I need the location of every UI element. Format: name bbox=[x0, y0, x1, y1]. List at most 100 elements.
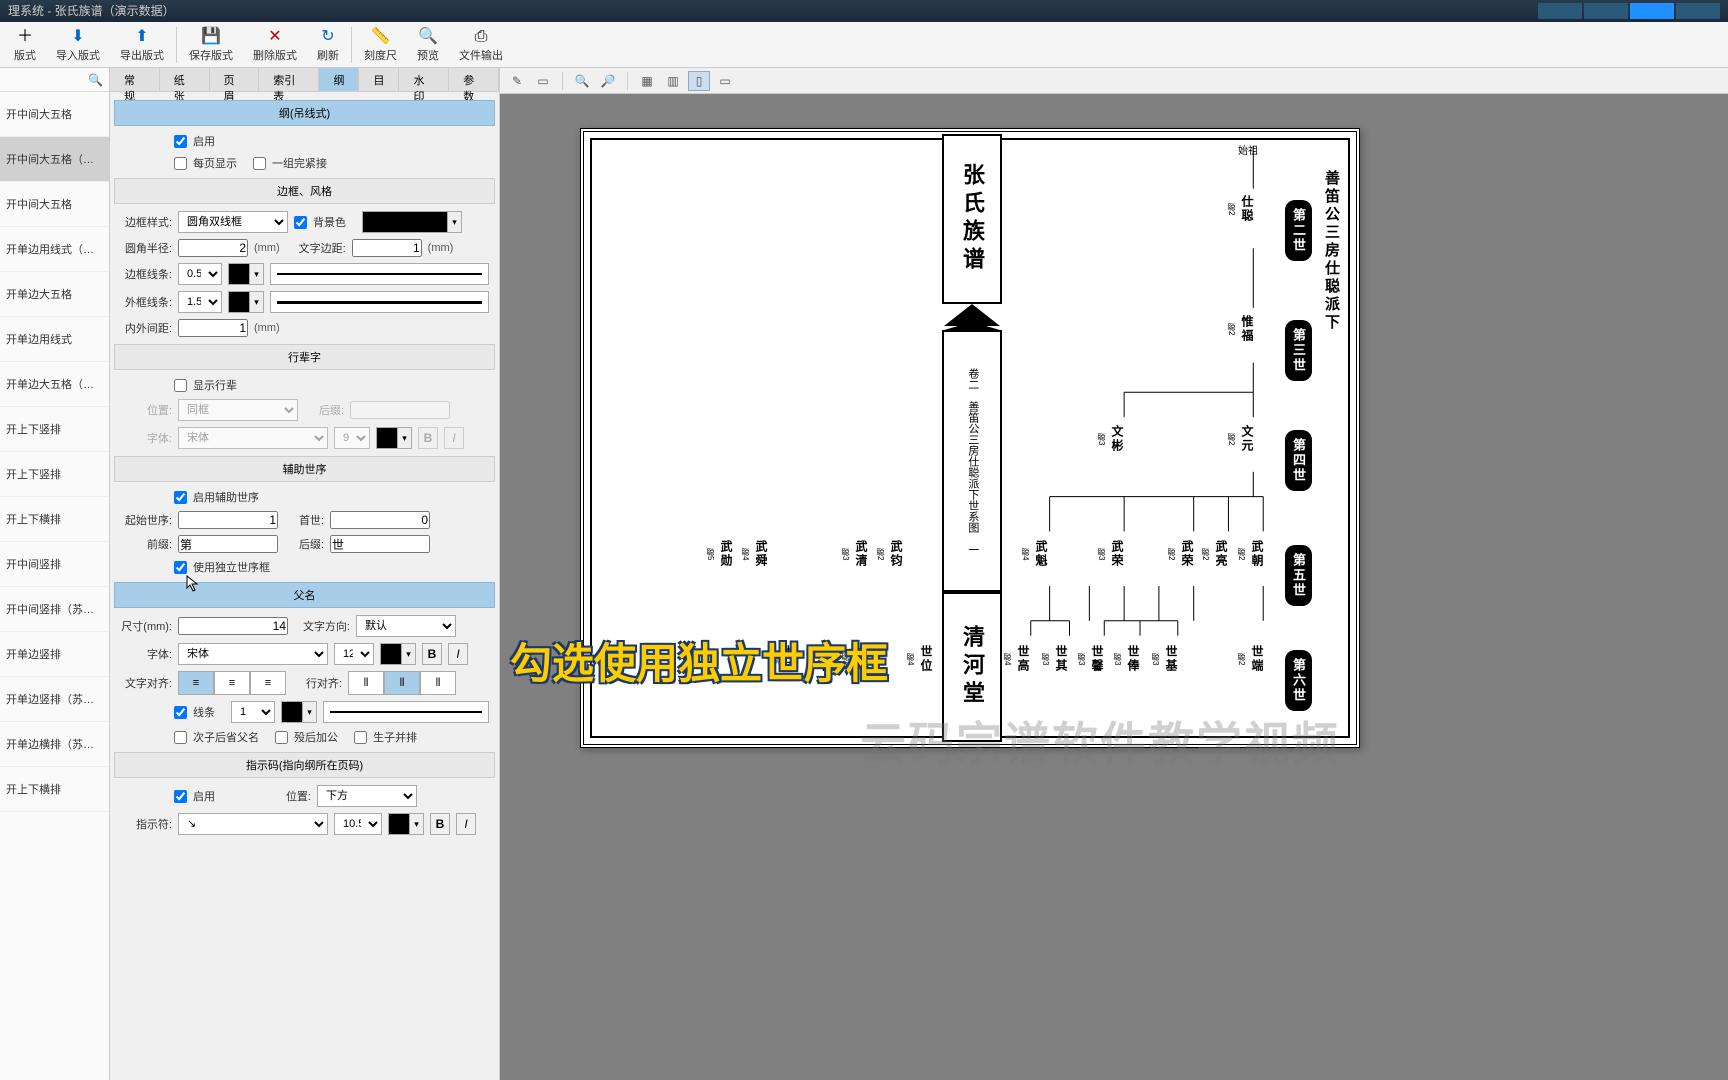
sel-border-weight[interactable]: 0.5 bbox=[178, 263, 222, 285]
tree-node: 世馨聪3 bbox=[1073, 645, 1106, 673]
tb-delete-layout[interactable]: ✕删除版式 bbox=[243, 23, 307, 67]
tb-save-layout[interactable]: 💾保存版式 bbox=[179, 23, 243, 67]
tab-general[interactable]: 常规 bbox=[110, 68, 160, 91]
cb-zoom-in-icon[interactable]: 🔍 bbox=[571, 71, 593, 91]
list-item[interactable]: 开单边大五格 bbox=[0, 272, 109, 317]
titlebar-pill[interactable] bbox=[1538, 3, 1582, 19]
rowalign-bot[interactable]: ⫴ bbox=[420, 671, 456, 695]
search-icon[interactable]: 🔍 bbox=[88, 73, 103, 87]
tab-gang[interactable]: 纲 bbox=[319, 68, 359, 91]
chk-show-hangbei[interactable] bbox=[174, 379, 187, 392]
cb-zoom-out-icon[interactable]: 🔎 bbox=[597, 71, 619, 91]
inp-radius[interactable] bbox=[178, 239, 248, 257]
rowalign-top[interactable]: ⫴ bbox=[348, 671, 384, 695]
inp-prefix[interactable] bbox=[178, 535, 278, 553]
list-item[interactable]: 开单边竖排 bbox=[0, 632, 109, 677]
tab-mu[interactable]: 目 bbox=[359, 68, 399, 91]
align-right[interactable]: ≡ bbox=[250, 671, 286, 695]
list-item[interactable]: 开上下横排 bbox=[0, 767, 109, 812]
align-center[interactable]: ≡ bbox=[214, 671, 250, 695]
tree-node: 仕聪聪2 bbox=[1223, 195, 1256, 223]
layout-list: 🔍 开中间大五格 开中间大五格（欧... 开中间大五格 开单边用线式（欧... … bbox=[0, 68, 110, 1080]
align-left[interactable]: ≡ bbox=[178, 671, 214, 695]
line-preview[interactable] bbox=[323, 701, 489, 723]
inp-gap[interactable] bbox=[178, 319, 248, 337]
outer-line-preview[interactable] bbox=[270, 291, 489, 313]
sel-border-style[interactable]: 圆角双线框 bbox=[178, 211, 288, 233]
list-item[interactable]: 开单边大五格（欧... bbox=[0, 362, 109, 407]
list-item[interactable]: 开中间大五格 bbox=[0, 92, 109, 137]
titlebar-pill[interactable] bbox=[1584, 3, 1628, 19]
btn-father-italic[interactable]: I bbox=[448, 643, 468, 665]
chk-perpage[interactable] bbox=[174, 157, 187, 170]
titlebar-pill[interactable] bbox=[1676, 3, 1720, 19]
tree-node: 文彬聪3 bbox=[1093, 425, 1126, 453]
btn-ind-italic[interactable]: I bbox=[456, 813, 476, 835]
list-item[interactable]: 开单边竖排（苏氏） bbox=[0, 677, 109, 722]
tab-watermark[interactable]: 水印 bbox=[399, 68, 449, 91]
list-item[interactable]: 开单边用线式（欧... bbox=[0, 227, 109, 272]
sel-father-size[interactable]: 12 bbox=[334, 643, 374, 665]
chk-sub3[interactable] bbox=[354, 731, 367, 744]
sel-ind-char[interactable]: ↘ bbox=[178, 813, 328, 835]
cb-eraser-icon[interactable]: ✎ bbox=[506, 71, 528, 91]
chk-bgcolor[interactable] bbox=[294, 216, 307, 229]
chk-independent-frame[interactable] bbox=[174, 561, 187, 574]
tb-preview[interactable]: 🔍预览 bbox=[407, 23, 449, 67]
sel-ind-size[interactable]: 10.5 bbox=[334, 813, 382, 835]
btn-father-bold[interactable]: B bbox=[422, 643, 442, 665]
chk-grouptight[interactable] bbox=[253, 157, 266, 170]
tb-ruler[interactable]: 📏刻度尺 bbox=[354, 23, 407, 67]
inp-suffix[interactable] bbox=[330, 535, 430, 553]
list-item[interactable]: 开单边横排（苏式） bbox=[0, 722, 109, 767]
list-item[interactable]: 开上下竖排 bbox=[0, 452, 109, 497]
tab-header[interactable]: 页眉 bbox=[210, 68, 260, 91]
chk-aux-enable[interactable] bbox=[174, 491, 187, 504]
list-item[interactable]: 开中间竖排 bbox=[0, 542, 109, 587]
tb-refresh[interactable]: ↻刷新 bbox=[307, 23, 349, 67]
chk-enable[interactable] bbox=[174, 135, 187, 148]
line-color[interactable]: ▾ bbox=[281, 701, 317, 723]
list-item[interactable]: 开中间大五格 bbox=[0, 182, 109, 227]
inp-start-gen[interactable] bbox=[178, 511, 278, 529]
sel-father-font[interactable]: 宋体 bbox=[178, 643, 328, 665]
sel-outer-weight[interactable]: 1.5 bbox=[178, 291, 222, 313]
tb-export-file[interactable]: ⎙文件输出 bbox=[449, 23, 513, 67]
tab-params[interactable]: 参数 bbox=[449, 68, 499, 91]
list-item[interactable]: 开单边用线式 bbox=[0, 317, 109, 362]
cb-view2-icon[interactable]: ▥ bbox=[662, 71, 684, 91]
tab-paper[interactable]: 纸张 bbox=[160, 68, 210, 91]
titlebar-pill[interactable] bbox=[1630, 3, 1674, 19]
father-color[interactable]: ▾ bbox=[380, 643, 416, 665]
bgcolor-picker[interactable]: ▾ bbox=[362, 211, 462, 233]
chk-sub2[interactable] bbox=[275, 731, 288, 744]
ind-color[interactable]: ▾ bbox=[388, 813, 424, 835]
list-item[interactable]: 开中间大五格（欧... bbox=[0, 137, 109, 182]
watermark-text: 云码宗谱软件教学视频 bbox=[860, 708, 1340, 774]
cb-view3-icon[interactable]: ▯ bbox=[688, 71, 710, 91]
cb-view1-icon[interactable]: ▦ bbox=[636, 71, 658, 91]
tb-import-layout[interactable]: ⬇导入版式 bbox=[46, 23, 110, 67]
border-color[interactable]: ▾ bbox=[228, 263, 264, 285]
list-item[interactable]: 开上下竖排 bbox=[0, 407, 109, 452]
inp-text-margin[interactable] bbox=[352, 239, 422, 257]
sel-text-dir[interactable]: 默认 bbox=[356, 615, 456, 637]
btn-ind-bold[interactable]: B bbox=[430, 813, 450, 835]
rowalign-mid[interactable]: ⫴ bbox=[384, 671, 420, 695]
cb-page-icon[interactable]: ▭ bbox=[532, 71, 554, 91]
chk-ind-enable[interactable] bbox=[174, 790, 187, 803]
list-item[interactable]: 开上下横排 bbox=[0, 497, 109, 542]
tb-new-layout[interactable]: ＋版式 bbox=[4, 23, 46, 67]
chk-line[interactable] bbox=[174, 706, 187, 719]
outer-color[interactable]: ▾ bbox=[228, 291, 264, 313]
sel-ind-pos[interactable]: 下方 bbox=[317, 785, 417, 807]
tb-export-layout[interactable]: ⬆导出版式 bbox=[110, 23, 174, 67]
cb-view4-icon[interactable]: ▭ bbox=[714, 71, 736, 91]
chk-sub1[interactable] bbox=[174, 731, 187, 744]
sel-line-weight[interactable]: 1 bbox=[231, 701, 275, 723]
tab-index[interactable]: 索引表 bbox=[259, 68, 319, 91]
list-item[interactable]: 开中间竖排（苏式） bbox=[0, 587, 109, 632]
inp-first-gen[interactable] bbox=[330, 511, 430, 529]
border-line-preview[interactable] bbox=[270, 263, 489, 285]
inp-father-size[interactable] bbox=[178, 617, 288, 635]
